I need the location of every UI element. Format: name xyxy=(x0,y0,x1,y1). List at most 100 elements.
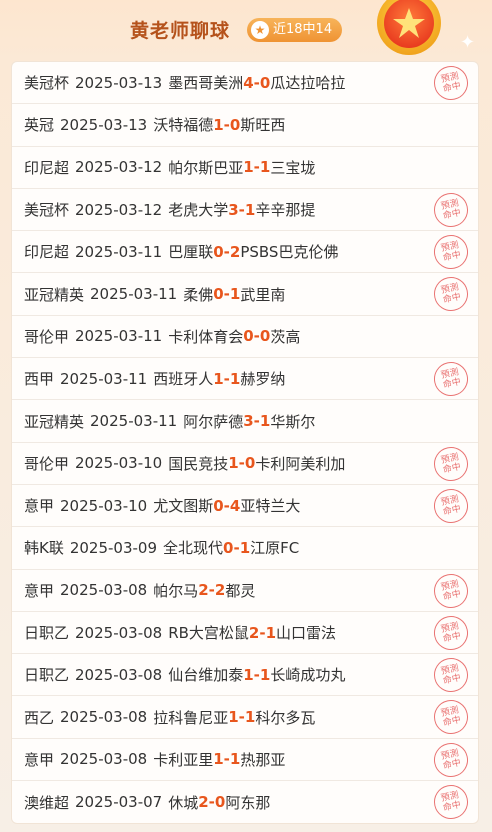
home-team: 巴厘联 xyxy=(168,243,214,262)
stamp-line2: 命中 xyxy=(442,673,462,687)
match-date: 2025-03-08 xyxy=(60,708,148,727)
home-team: 全北现代 xyxy=(163,539,224,558)
header: 黄老师聊球 ★ 近18中14 ✦ xyxy=(0,0,492,60)
away-score: 1 xyxy=(259,158,271,177)
away-team: 亚特兰大 xyxy=(240,497,301,516)
away-score: 0 xyxy=(229,115,241,134)
prediction-hit-stamp-icon: 預測 命中 xyxy=(430,232,472,273)
match-row[interactable]: 哥伦甲 2025-03-10 国民竞技 1 - 0 卡利阿美利加 預測 命中 xyxy=(12,443,478,485)
home-score: 2 xyxy=(198,581,209,600)
prediction-hit-stamp-icon: 預測 命中 xyxy=(430,358,472,400)
match-date: 2025-03-08 xyxy=(60,581,148,600)
away-team: 江原FC xyxy=(250,539,300,558)
prediction-hit-stamp-icon: 預測 命中 xyxy=(430,485,472,527)
away-score: 1 xyxy=(229,369,241,388)
stamp-line2: 命中 xyxy=(442,800,462,814)
match-date: 2025-03-10 xyxy=(75,454,163,473)
match-row[interactable]: 印尼超 2025-03-12 帕尔斯巴亚 1 - 1 三宝垅 xyxy=(12,147,478,189)
away-score: 1 xyxy=(265,623,277,642)
match-league: 美冠杯 xyxy=(24,201,70,220)
prediction-hit-stamp-icon: 預測 命中 xyxy=(430,654,472,696)
match-league: 日职乙 xyxy=(24,624,70,642)
match-row[interactable]: 印尼超 2025-03-11 巴厘联 0 - 2 PSBS巴克伦佛 預測 命中 xyxy=(12,231,478,274)
home-score: 1 xyxy=(228,454,239,473)
away-score: 1 xyxy=(244,200,256,219)
away-score: 1 xyxy=(239,538,251,557)
match-league: 哥伦甲 xyxy=(24,454,70,473)
away-score: 0 xyxy=(259,73,271,92)
match-row[interactable]: 日职乙 2025-03-08 仙台维加泰 1 - 1 长崎成功丸 預測 命中 xyxy=(12,654,478,697)
match-row[interactable]: 西甲 2025-03-11 西班牙人 1 - 1 赫罗纳 預測 命中 xyxy=(12,358,478,401)
home-team: 西班牙人 xyxy=(153,370,214,389)
match-date: 2025-03-13 xyxy=(60,115,148,134)
home-score: 4 xyxy=(243,73,254,92)
stamp-line2: 命中 xyxy=(442,292,462,307)
match-league: 亚冠精英 xyxy=(24,285,85,304)
match-date: 2025-03-07 xyxy=(75,793,163,812)
match-date: 2025-03-11 xyxy=(90,412,178,431)
away-team: 都灵 xyxy=(225,581,256,600)
match-row[interactable]: 日职乙 2025-03-08 RB大宫松鼠 2 - 1 山口雷法 預測 命中 xyxy=(12,612,478,655)
match-date: 2025-03-13 xyxy=(75,73,163,92)
home-score: 1 xyxy=(213,369,224,388)
stamp-line2: 命中 xyxy=(442,504,462,518)
prediction-hit-stamp-icon: 預測 命中 xyxy=(430,612,472,654)
match-row[interactable]: 亚冠精英 2025-03-11 柔佛 0 - 1 武里南 預測 命中 xyxy=(12,273,478,316)
match-league: 印尼超 xyxy=(24,243,70,262)
home-team: 墨西哥美洲 xyxy=(168,74,244,93)
match-date: 2025-03-11 xyxy=(75,242,163,261)
match-row[interactable]: 韩K联 2025-03-09 全北现代 0 - 1 江原FC xyxy=(12,527,478,570)
away-score: 1 xyxy=(229,285,241,304)
away-team: 赫罗纳 xyxy=(240,370,286,389)
match-row[interactable]: 意甲 2025-03-10 尤文图斯 0 - 4 亚特兰大 預測 命中 xyxy=(12,485,478,528)
medal-icon xyxy=(377,0,441,55)
home-score: 1 xyxy=(213,750,224,769)
match-row[interactable]: 哥伦甲 2025-03-11 卡利体育会 0 - 0 茨高 xyxy=(12,316,478,359)
match-date: 2025-03-11 xyxy=(75,327,163,346)
match-row[interactable]: 西乙 2025-03-08 拉科鲁尼亚 1 - 1 科尔多瓦 預測 命中 xyxy=(12,696,478,739)
away-score: 0 xyxy=(244,454,256,473)
match-row[interactable]: 英冠 2025-03-13 沃特福德 1 - 0 斯旺西 xyxy=(12,104,478,147)
stamp-line2: 命中 xyxy=(442,377,462,391)
home-score: 0 xyxy=(223,538,234,557)
match-row[interactable]: 意甲 2025-03-08 卡利亚里 1 - 1 热那亚 預測 命中 xyxy=(12,739,478,782)
home-team: 卡利体育会 xyxy=(168,327,244,346)
away-score: 1 xyxy=(229,750,241,769)
match-date: 2025-03-12 xyxy=(75,200,163,219)
match-league: 哥伦甲 xyxy=(24,327,70,346)
sparkle-icon: ✦ xyxy=(460,32,476,53)
match-league: 意甲 xyxy=(24,750,55,769)
home-score: 0 xyxy=(213,285,224,304)
away-score: 0 xyxy=(214,793,226,812)
match-row[interactable]: 亚冠精英 2025-03-11 阿尔萨德 3 - 1 华斯尔 xyxy=(12,400,478,443)
match-date: 2025-03-08 xyxy=(60,750,148,769)
match-league: 印尼超 xyxy=(24,158,70,177)
away-team: 茨高 xyxy=(270,327,301,346)
away-team: 瓜达拉哈拉 xyxy=(270,74,346,93)
home-team: 阿尔萨德 xyxy=(183,412,244,431)
home-score: 0 xyxy=(243,327,254,346)
match-league: 美冠杯 xyxy=(24,74,70,93)
stamp-line2: 命中 xyxy=(442,208,462,222)
record-text: 近18中14 xyxy=(273,22,333,37)
match-league: 西甲 xyxy=(24,370,55,389)
match-row[interactable]: 美冠杯 2025-03-13 墨西哥美洲 4 - 0 瓜达拉哈拉 預測 命中 xyxy=(12,62,478,105)
match-league: 韩K联 xyxy=(24,539,64,558)
home-score: 3 xyxy=(228,200,239,219)
match-list: 美冠杯 2025-03-13 墨西哥美洲 4 - 0 瓜达拉哈拉 預測 命中 英冠 2025-0… xyxy=(11,61,479,825)
away-score: 1 xyxy=(259,665,271,684)
home-score: 1 xyxy=(243,158,254,177)
match-row[interactable]: 意甲 2025-03-08 帕尔马 2 - 2 都灵 預測 命中 xyxy=(12,570,478,612)
away-team: 阿东那 xyxy=(225,793,271,812)
away-team: 斯旺西 xyxy=(240,116,286,135)
home-team: 尤文图斯 xyxy=(153,497,214,516)
match-row[interactable]: 澳维超 2025-03-07 休城 2 - 0 阿东那 預測 命中 xyxy=(12,781,478,823)
prediction-hit-stamp-icon: 預測 命中 xyxy=(430,570,472,611)
home-score: 3 xyxy=(243,412,254,431)
prediction-hit-stamp-icon: 預測 命中 xyxy=(430,62,472,104)
home-score: 1 xyxy=(213,115,224,134)
match-row[interactable]: 美冠杯 2025-03-12 老虎大学 3 - 1 辛辛那提 預測 命中 xyxy=(12,189,478,232)
away-team: PSBS巴克伦佛 xyxy=(240,243,339,262)
away-score: 2 xyxy=(229,242,241,261)
away-score: 0 xyxy=(259,327,271,346)
